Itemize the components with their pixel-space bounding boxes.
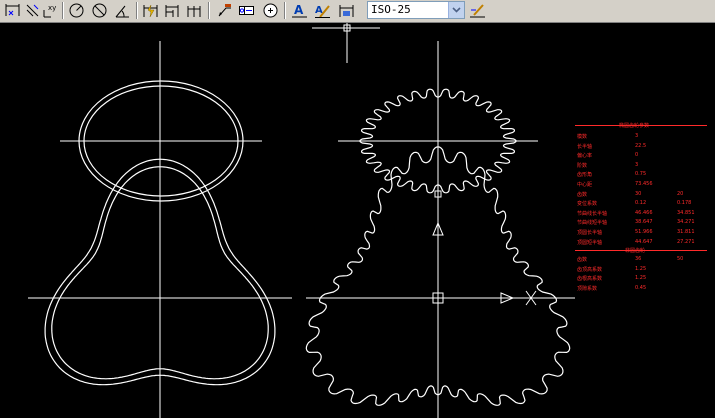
table-cell: 0.75	[635, 171, 647, 178]
table-cell: 3	[635, 133, 639, 139]
dim-style-combo[interactable]: ISO-25	[367, 1, 465, 19]
table-cell: 0.45	[635, 285, 647, 291]
table-cell: 1.25	[635, 265, 647, 272]
table-cell: 齿数	[577, 257, 588, 264]
table-cell: 偏心率	[577, 153, 593, 160]
table-cell: 50	[677, 256, 684, 263]
table-cell: 顶圆长半轴	[577, 230, 603, 236]
dim-update-icon[interactable]	[336, 1, 356, 20]
ordinate-dim-icon[interactable]: xy	[40, 1, 60, 20]
table-cell: 齿根高系数	[577, 276, 603, 283]
table-cell: 51.966	[635, 229, 653, 235]
table-cell: 34.271	[677, 219, 695, 226]
table-cell: 73.456	[635, 181, 653, 187]
table-cell: 长半轴	[577, 143, 593, 150]
dim-text-edit-icon[interactable]: A	[312, 1, 332, 20]
table-cell: 顶圆短半轴	[577, 239, 603, 246]
baseline-dim-icon[interactable]	[162, 1, 182, 20]
table-cell: 齿形角	[577, 172, 593, 179]
tolerance-icon[interactable]	[236, 1, 256, 20]
cad-drawing	[28, 23, 575, 418]
table-cell: 36	[635, 256, 642, 263]
dim-style-value: ISO-25	[371, 3, 411, 16]
chevron-down-icon[interactable]	[448, 2, 464, 18]
table-cell: 34.851	[677, 209, 695, 216]
table-cell: 27.271	[677, 238, 695, 245]
table-cell: 节曲线短半轴	[577, 220, 608, 227]
leader-icon[interactable]	[214, 1, 234, 20]
table-cell: 顶隙系数	[577, 286, 598, 292]
table-cell: 模数	[577, 134, 588, 140]
dim-edit-icon[interactable]: A	[289, 1, 309, 20]
table-cell: 3	[635, 161, 639, 168]
dim-style-icon[interactable]	[467, 1, 487, 20]
svg-text:xy: xy	[48, 4, 56, 12]
table-cell: 46.466	[635, 209, 653, 216]
table-subtitle: 非圆齿轮	[625, 248, 646, 255]
center-mark-icon[interactable]	[260, 1, 280, 20]
table-cell: 20	[677, 190, 684, 197]
table-cell: 0.12	[635, 200, 647, 207]
radius-dim-icon[interactable]	[66, 1, 86, 20]
quick-dim-icon[interactable]	[140, 1, 160, 20]
svg-text:A: A	[294, 3, 304, 17]
table-cell: 节曲线长半轴	[577, 210, 608, 217]
table-title: 椭圆齿轮参数	[619, 123, 650, 129]
angular-dim-icon[interactable]	[112, 1, 132, 20]
linear-dim-icon[interactable]	[2, 1, 22, 20]
table-cell: 30	[635, 190, 642, 197]
drawing-canvas[interactable]: 椭圆齿轮参数模数 3 长半轴 22.5 偏心率 0 阶数 3 齿形角 0.75 中心距 73.456 齿…	[0, 23, 715, 418]
table-cell: 1.25	[635, 275, 647, 282]
table-cell: 38.647	[635, 219, 653, 226]
dimension-toolbar: xy A A ISO-25	[0, 0, 715, 23]
table-cell: 阶数	[577, 162, 588, 169]
table-cell: 22.5	[635, 142, 647, 149]
table-cell: 0.178	[677, 200, 692, 207]
table-cell: 31.811	[677, 229, 695, 235]
table-cell: 44.647	[635, 238, 653, 245]
table-cell: 变位系数	[577, 201, 598, 208]
table-cell: 齿顶高系数	[577, 266, 603, 273]
table-cell: 0	[635, 152, 639, 159]
table-cell: 中心距	[577, 182, 593, 188]
table-cell: 齿数	[577, 191, 588, 198]
diameter-dim-icon[interactable]	[89, 1, 109, 20]
aligned-dim-icon[interactable]	[22, 1, 42, 20]
continue-dim-icon[interactable]	[184, 1, 204, 20]
